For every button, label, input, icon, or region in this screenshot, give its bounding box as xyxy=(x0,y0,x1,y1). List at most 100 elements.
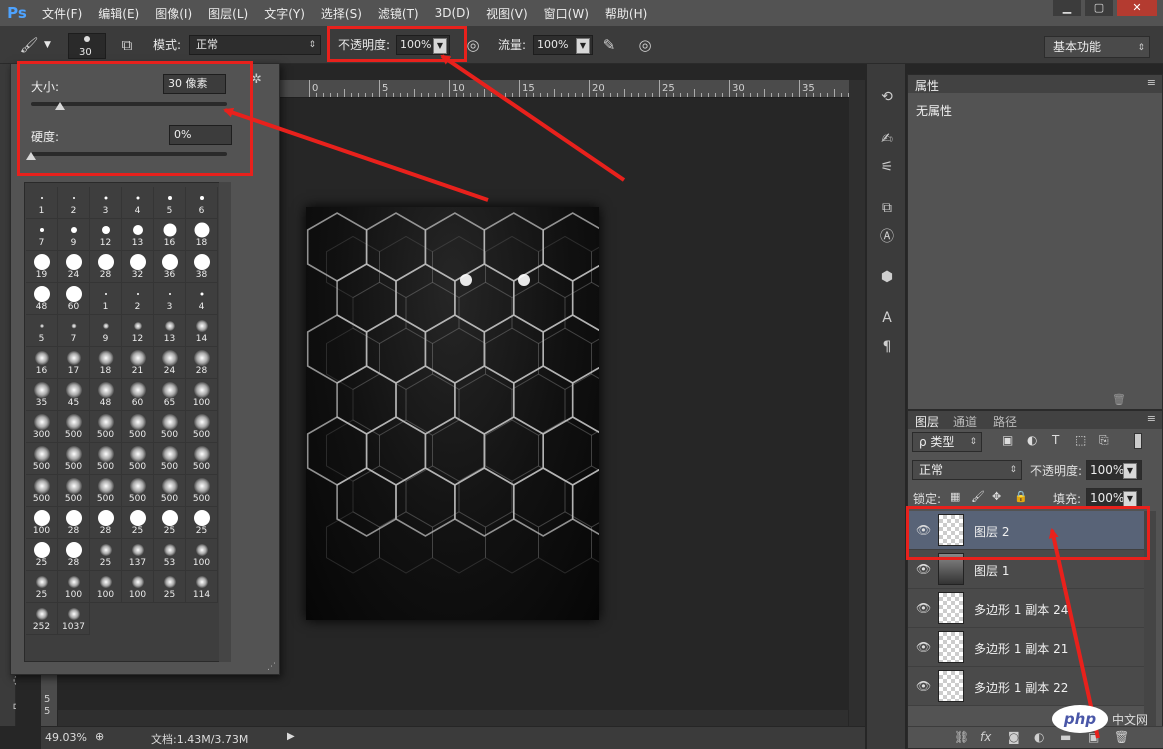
brush-preset[interactable]: 18 xyxy=(90,347,122,379)
pixel-filter-icon[interactable]: ▣ xyxy=(1002,433,1013,447)
tab-layers[interactable]: 图层 xyxy=(915,413,939,430)
visibility-eye-icon[interactable]: 👁 xyxy=(916,601,931,615)
menu-item-help[interactable]: 帮助(H) xyxy=(597,5,655,22)
brush-preset[interactable]: 21 xyxy=(122,347,154,379)
brush-preset[interactable]: 25 xyxy=(154,571,186,603)
paragraph-icon[interactable]: ¶ xyxy=(876,336,898,358)
brush-preset[interactable]: 17 xyxy=(58,347,90,379)
brush-preset[interactable]: 2 xyxy=(122,283,154,315)
brush-preset[interactable]: 9 xyxy=(90,315,122,347)
brush-preset[interactable]: 5 xyxy=(26,315,58,347)
brush-preset[interactable]: 500 xyxy=(90,475,122,507)
brush-preset[interactable]: 12 xyxy=(90,219,122,251)
brush-preset[interactable]: 500 xyxy=(122,443,154,475)
character-styles-icon[interactable]: Ⓐ xyxy=(876,226,898,248)
brush-preset[interactable]: 32 xyxy=(122,251,154,283)
brush-preset[interactable]: 6 xyxy=(186,187,218,219)
brush-preset[interactable]: 5 xyxy=(154,187,186,219)
menu-item-image[interactable]: 图像(I) xyxy=(147,5,200,22)
flow-input[interactable]: 100% ▼ xyxy=(533,35,593,55)
3d-icon[interactable]: ⬢ xyxy=(876,266,898,288)
brush-preset[interactable]: 24 xyxy=(58,251,90,283)
menu-item-edit[interactable]: 编辑(E) xyxy=(90,5,147,22)
brush-preset[interactable]: 3 xyxy=(154,283,186,315)
layer-row[interactable]: 👁 多边形 1 副本 22 xyxy=(908,667,1144,706)
add-mask-icon[interactable]: ◙ xyxy=(1008,730,1020,744)
visibility-eye-icon[interactable]: 👁 xyxy=(916,640,931,654)
brush-preset[interactable]: 35 xyxy=(26,379,58,411)
brush-grid-scrollbar[interactable] xyxy=(219,182,231,662)
lock-all-icon[interactable]: 🔒 xyxy=(1014,490,1028,503)
brush-preset[interactable]: 12 xyxy=(122,315,154,347)
brush-preset[interactable]: 500 xyxy=(154,475,186,507)
pressure-opacity-icon[interactable]: ◎ xyxy=(462,34,484,56)
gear-icon[interactable]: ✲ xyxy=(251,72,262,87)
layers-scrollbar[interactable] xyxy=(1144,511,1156,726)
chevron-down-icon[interactable]: ▼ xyxy=(1123,463,1137,479)
panel-menu-icon[interactable]: ≡ xyxy=(1147,412,1156,425)
brush-preset[interactable]: 38 xyxy=(186,251,218,283)
brush-preset[interactable]: 137 xyxy=(122,539,154,571)
brush-preset[interactable]: 500 xyxy=(154,443,186,475)
brush-preset[interactable]: 100 xyxy=(122,571,154,603)
tab-channels[interactable]: 通道 xyxy=(953,413,977,430)
visibility-eye-icon[interactable]: 👁 xyxy=(916,523,931,537)
adjustment-filter-icon[interactable]: ◐ xyxy=(1027,433,1037,447)
brush-preset[interactable]: 13 xyxy=(154,315,186,347)
brush-preset[interactable]: 500 xyxy=(26,475,58,507)
brush-preset[interactable]: 500 xyxy=(154,411,186,443)
brush-preset[interactable]: 45 xyxy=(58,379,90,411)
brush-preset[interactable]: 16 xyxy=(26,347,58,379)
brush-preset[interactable]: 28 xyxy=(186,347,218,379)
lock-transparent-icon[interactable]: ▦ xyxy=(950,490,960,503)
brush-preset[interactable]: 14 xyxy=(186,315,218,347)
brush-preset[interactable]: 53 xyxy=(154,539,186,571)
trash-icon[interactable]: 🗑 xyxy=(1112,393,1126,406)
brush-preset[interactable]: 7 xyxy=(58,315,90,347)
lock-paint-icon[interactable]: 🖌 xyxy=(971,490,985,503)
brush-preset[interactable]: 300 xyxy=(26,411,58,443)
maximize-button[interactable]: ▢ xyxy=(1085,0,1113,16)
menu-item-select[interactable]: 选择(S) xyxy=(313,5,370,22)
layer-row[interactable]: 👁 图层 2 xyxy=(908,511,1144,550)
brush-preset[interactable]: 7 xyxy=(26,219,58,251)
size-slider-thumb[interactable] xyxy=(55,102,66,110)
brush-preset[interactable]: 28 xyxy=(58,507,90,539)
menu-item-3d[interactable]: 3D(D) xyxy=(427,6,478,20)
layer-row[interactable]: 👁 多边形 1 副本 21 xyxy=(908,628,1144,667)
brush-preset[interactable]: 13 xyxy=(122,219,154,251)
document-canvas[interactable] xyxy=(306,207,599,620)
brush-preset[interactable]: 500 xyxy=(26,443,58,475)
brush-preset[interactable]: 1037 xyxy=(58,603,90,635)
lock-move-icon[interactable]: ✥ xyxy=(992,490,1001,503)
brush-preset[interactable]: 9 xyxy=(58,219,90,251)
pressure-size-icon[interactable]: ◎ xyxy=(634,34,656,56)
brush-preset[interactable]: 36 xyxy=(154,251,186,283)
type-filter-icon[interactable]: T xyxy=(1052,433,1059,447)
layer-row[interactable]: 👁 多边形 1 副本 24 xyxy=(908,589,1144,628)
adjustments-icon[interactable]: ⚟ xyxy=(876,156,898,178)
opacity-input[interactable]: 100% ▼ xyxy=(396,35,450,55)
menu-item-file[interactable]: 文件(F) xyxy=(34,5,90,22)
chevron-down-icon[interactable]: ▼ xyxy=(433,38,447,54)
brush-preset[interactable]: 1 xyxy=(90,283,122,315)
fx-icon[interactable]: fx xyxy=(980,730,991,744)
brush-preset[interactable]: 114 xyxy=(186,571,218,603)
layer-row[interactable]: 👁 图层 1 xyxy=(908,550,1144,589)
character-icon[interactable]: A xyxy=(876,307,898,329)
adjustment-layer-icon[interactable]: ◐ xyxy=(1034,730,1044,744)
brush-preset[interactable]: 25 xyxy=(90,539,122,571)
visibility-eye-icon[interactable]: 👁 xyxy=(916,679,931,693)
chevron-down-icon[interactable]: ▼ xyxy=(576,38,590,54)
menu-item-layer[interactable]: 图层(L) xyxy=(200,5,256,22)
brush-preset[interactable]: 60 xyxy=(122,379,154,411)
brush-preset[interactable]: 500 xyxy=(58,443,90,475)
brush-preset[interactable]: 100 xyxy=(26,507,58,539)
brush-preset[interactable]: 48 xyxy=(26,283,58,315)
export-icon[interactable]: ⊕ xyxy=(95,730,104,743)
zoom-level[interactable]: 49.03% xyxy=(45,731,87,744)
close-button[interactable]: ✕ xyxy=(1117,0,1157,16)
brush-preset[interactable]: 500 xyxy=(90,443,122,475)
history-icon[interactable]: ⟲ xyxy=(876,86,898,108)
brush-preset[interactable]: 25 xyxy=(26,539,58,571)
